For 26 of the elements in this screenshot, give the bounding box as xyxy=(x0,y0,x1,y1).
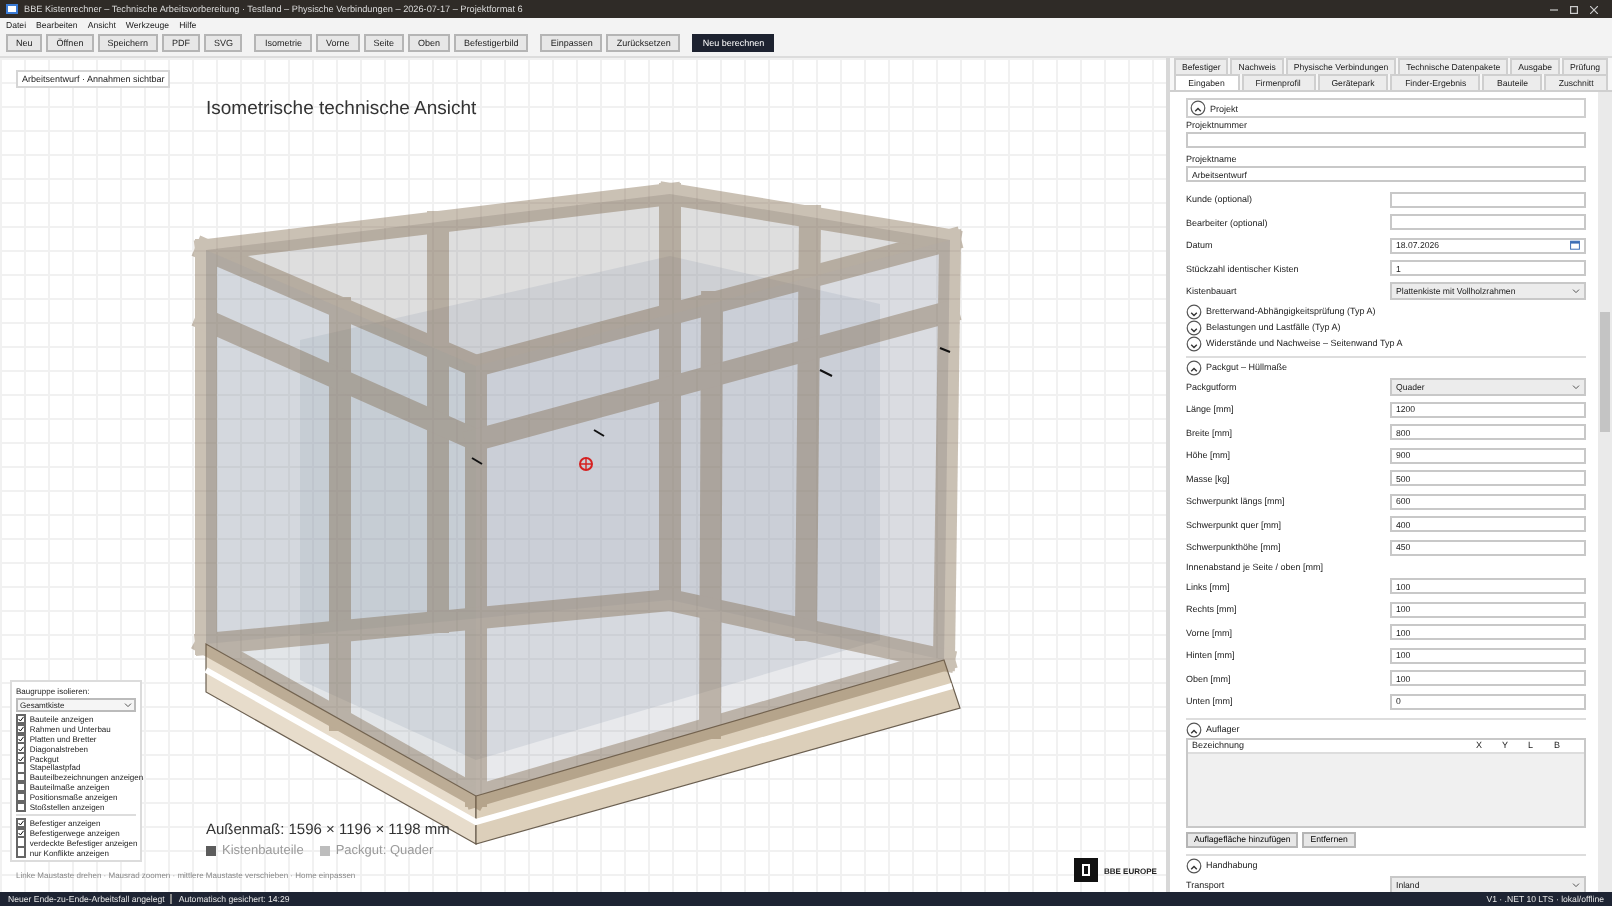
input-field[interactable] xyxy=(1390,214,1586,231)
crate-isometric-drawing[interactable] xyxy=(195,183,961,846)
collapse-icon[interactable] xyxy=(1186,857,1202,873)
collapse-icon[interactable] xyxy=(1190,100,1206,116)
expand-icon[interactable] xyxy=(1186,319,1202,335)
scrollbar-thumb[interactable] xyxy=(1600,312,1610,432)
maximize-icon[interactable] xyxy=(1570,5,1578,13)
checkbox[interactable] xyxy=(16,846,27,858)
caret-icon xyxy=(1572,881,1580,888)
logo-icon xyxy=(1074,858,1098,882)
scrollbar[interactable] xyxy=(1598,92,1612,892)
expand-icon[interactable] xyxy=(1186,335,1202,351)
minimize-icon[interactable] xyxy=(1550,5,1558,13)
close-icon[interactable] xyxy=(1590,5,1598,13)
caret-icon xyxy=(1572,383,1580,390)
input-field[interactable] xyxy=(1186,132,1586,148)
calendar-icon[interactable] xyxy=(1570,240,1580,251)
caret-icon xyxy=(1572,288,1580,295)
input-field[interactable] xyxy=(1390,191,1586,208)
checkbox[interactable] xyxy=(16,801,27,813)
caret-icon xyxy=(124,702,132,708)
expand-icon[interactable] xyxy=(1186,303,1202,319)
view-title: Isometrische technische Ansicht xyxy=(206,98,479,120)
collapse-icon[interactable] xyxy=(1186,721,1202,737)
app-icon xyxy=(6,4,18,14)
collapse-icon[interactable] xyxy=(1186,359,1202,375)
